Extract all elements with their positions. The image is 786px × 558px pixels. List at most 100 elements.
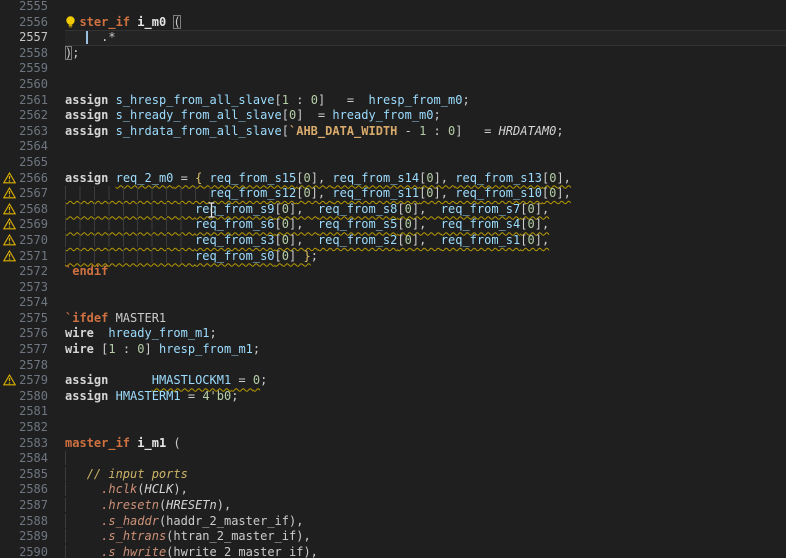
code-line-content[interactable]: wire [1 : 0] hresp_from_m1; xyxy=(65,342,786,358)
plain-token xyxy=(79,529,101,543)
plain-token: ( xyxy=(166,436,180,450)
plain-token: ], xyxy=(289,233,318,247)
code-line-content[interactable]: `endif xyxy=(65,264,786,280)
identifier-token: s_hrdata_from_all_slave xyxy=(116,124,282,138)
line-number[interactable]: 2566 xyxy=(0,171,65,187)
code-line-content[interactable] xyxy=(65,155,786,171)
code-line-content[interactable]: master_if i_m0 ( xyxy=(65,15,786,31)
code-line-content[interactable]: .s_hwrite(hwrite_2_master_if), xyxy=(65,545,786,558)
plain-token xyxy=(79,482,101,496)
line-number[interactable]: 2564 xyxy=(0,139,65,155)
code-line-content[interactable]: req_from_s6[0], req_from_s5[0], req_from… xyxy=(65,217,786,233)
line-number[interactable]: 2581 xyxy=(0,404,65,420)
line-number[interactable]: 2574 xyxy=(0,295,65,311)
line-number[interactable]: 2587 xyxy=(0,498,65,514)
line-number[interactable]: 2555 xyxy=(0,0,65,15)
line-number[interactable]: 2559 xyxy=(0,61,65,77)
code-line-content[interactable] xyxy=(65,420,786,436)
code-line-content[interactable]: req_from_s3[0], req_from_s2[0], req_from… xyxy=(65,233,786,249)
code-line: 2575`ifdef MASTER1 xyxy=(0,311,786,327)
plain-token: ( xyxy=(173,15,180,29)
code-line-content[interactable]: assign req_2_m0 = { req_from_s15[0], req… xyxy=(65,171,786,187)
line-number[interactable]: 2575 xyxy=(0,311,65,327)
line-number[interactable]: 2556 xyxy=(0,15,65,31)
code-line-content[interactable]: wire hready_from_m1; xyxy=(65,326,786,342)
line-number[interactable]: 2584 xyxy=(0,451,65,467)
code-line: 2563assign s_hrdata_from_all_slave[`AHB_… xyxy=(0,124,786,140)
line-number[interactable]: 2557 xyxy=(0,30,65,46)
code-line-content[interactable]: `ifdef MASTER1 xyxy=(65,311,786,327)
plain-token: = xyxy=(231,373,253,387)
code-line-content[interactable]: .hclk(HCLK), xyxy=(65,482,786,498)
plain-token: ] = xyxy=(318,93,369,107)
code-editor[interactable]: 25552556master_if i_m0 ( 2557 .*2558);25… xyxy=(0,0,786,558)
code-line-content[interactable] xyxy=(65,77,786,93)
line-number[interactable]: 2569 xyxy=(0,217,65,233)
plain-token: ; xyxy=(260,373,267,387)
line-number[interactable]: 2568 xyxy=(0,202,65,218)
line-number[interactable]: 2560 xyxy=(0,77,65,93)
line-number[interactable]: 2580 xyxy=(0,389,65,405)
code-line: 2577wire [1 : 0] hresp_from_m1; xyxy=(0,342,786,358)
line-number[interactable]: 2572 xyxy=(0,264,65,280)
line-number[interactable]: 2558 xyxy=(0,46,65,62)
code-line-content[interactable]: .hresetn(HRESETn), xyxy=(65,498,786,514)
code-line-content[interactable]: .* xyxy=(65,30,786,46)
line-number[interactable]: 2561 xyxy=(0,93,65,109)
code-line-content[interactable] xyxy=(65,0,786,15)
line-number[interactable]: 2589 xyxy=(0,529,65,545)
line-number[interactable]: 2586 xyxy=(0,482,65,498)
identifier-token: req_from_s8 xyxy=(318,202,397,216)
line-number[interactable]: 2585 xyxy=(0,467,65,483)
code-line-content[interactable]: req_from_s12[0], req_from_s11[0], req_fr… xyxy=(65,186,786,202)
line-number[interactable]: 2563 xyxy=(0,124,65,140)
line-number[interactable]: 2571 xyxy=(0,249,65,265)
code-line-content[interactable] xyxy=(65,358,786,374)
lightbulb-icon[interactable] xyxy=(64,15,79,30)
plain-token: ] = xyxy=(455,124,498,138)
line-number[interactable]: 2583 xyxy=(0,436,65,452)
plain-token: ], xyxy=(535,233,549,247)
line-number[interactable]: 2577 xyxy=(0,342,65,358)
code-line-content[interactable]: master_if i_m1 ( xyxy=(65,436,786,452)
code-line-content[interactable]: // input ports xyxy=(65,467,786,483)
indent-whitespace xyxy=(65,529,79,543)
plain-token xyxy=(108,389,115,403)
code-line-content[interactable] xyxy=(65,280,786,296)
code-line-content[interactable] xyxy=(65,139,786,155)
module-name-token: master_if xyxy=(65,436,130,450)
code-line-content[interactable] xyxy=(65,295,786,311)
code-line-content[interactable] xyxy=(65,61,786,77)
line-number[interactable]: 2573 xyxy=(0,280,65,296)
code-line-content[interactable]: req_from_s0[0] }; xyxy=(65,249,786,265)
code-line: 2581 xyxy=(0,404,786,420)
line-number[interactable]: 2582 xyxy=(0,420,65,436)
number-token: 0 xyxy=(311,93,318,107)
code-line-content[interactable]: .s_haddr(haddr_2_master_if), xyxy=(65,514,786,530)
code-line-content[interactable]: assign HMASTERM1 = 4'b0; xyxy=(65,389,786,405)
warning-triangle-icon xyxy=(3,187,16,199)
line-number[interactable]: 2578 xyxy=(0,358,65,374)
number-token: 0 xyxy=(527,217,534,231)
code-line-content[interactable]: assign s_hrdata_from_all_slave[`AHB_DATA… xyxy=(65,124,786,140)
code-line-content[interactable]: assign s_hready_from_all_slave[0] = hrea… xyxy=(65,108,786,124)
line-number[interactable]: 2565 xyxy=(0,155,65,171)
line-number[interactable]: 2588 xyxy=(0,514,65,530)
line-number[interactable]: 2576 xyxy=(0,326,65,342)
line-number[interactable]: 2570 xyxy=(0,233,65,249)
code-line-content[interactable]: assign s_hresp_from_all_slave[1 : 0] = h… xyxy=(65,93,786,109)
code-line-content[interactable] xyxy=(65,404,786,420)
code-line-content[interactable]: .s_htrans(htran_2_master_if), xyxy=(65,529,786,545)
code-line-content[interactable]: assign HMASTLOCKM1 = 0; xyxy=(65,373,786,389)
line-number[interactable]: 2579 xyxy=(0,373,65,389)
plain-token: ; xyxy=(210,326,217,340)
code-line-content[interactable]: req_from_s9[0], req_from_s8[0], req_from… xyxy=(65,202,786,218)
code-line-content[interactable] xyxy=(65,451,786,467)
number-token: 0 xyxy=(527,233,534,247)
code-line-content[interactable]: ); xyxy=(65,46,786,62)
warning-triangle-icon xyxy=(3,172,16,184)
line-number[interactable]: 2567 xyxy=(0,186,65,202)
number-token: 0 xyxy=(405,233,412,247)
line-number[interactable]: 2562 xyxy=(0,108,65,124)
line-number[interactable]: 2590 xyxy=(0,545,65,558)
